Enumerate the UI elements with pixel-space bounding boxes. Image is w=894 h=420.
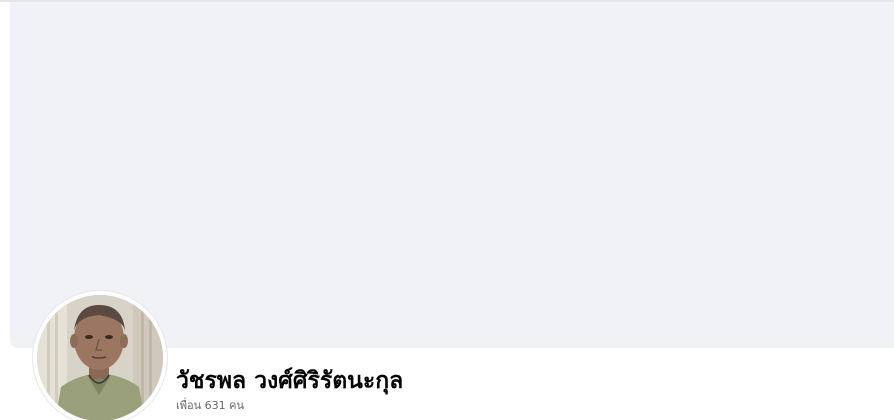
profile-picture-frame[interactable] [33, 291, 167, 420]
profile-page: วัชรพล วงศ์ศิริรัตนะกุล เพื่อน 631 คน [0, 0, 894, 420]
profile-photo-icon [37, 295, 163, 420]
cover-photo[interactable] [10, 2, 894, 348]
profile-name[interactable]: วัชรพล วงศ์ศิริรัตนะกุล [176, 364, 403, 398]
friend-count[interactable]: เพื่อน 631 คน [176, 398, 244, 414]
profile-picture[interactable] [37, 295, 163, 420]
